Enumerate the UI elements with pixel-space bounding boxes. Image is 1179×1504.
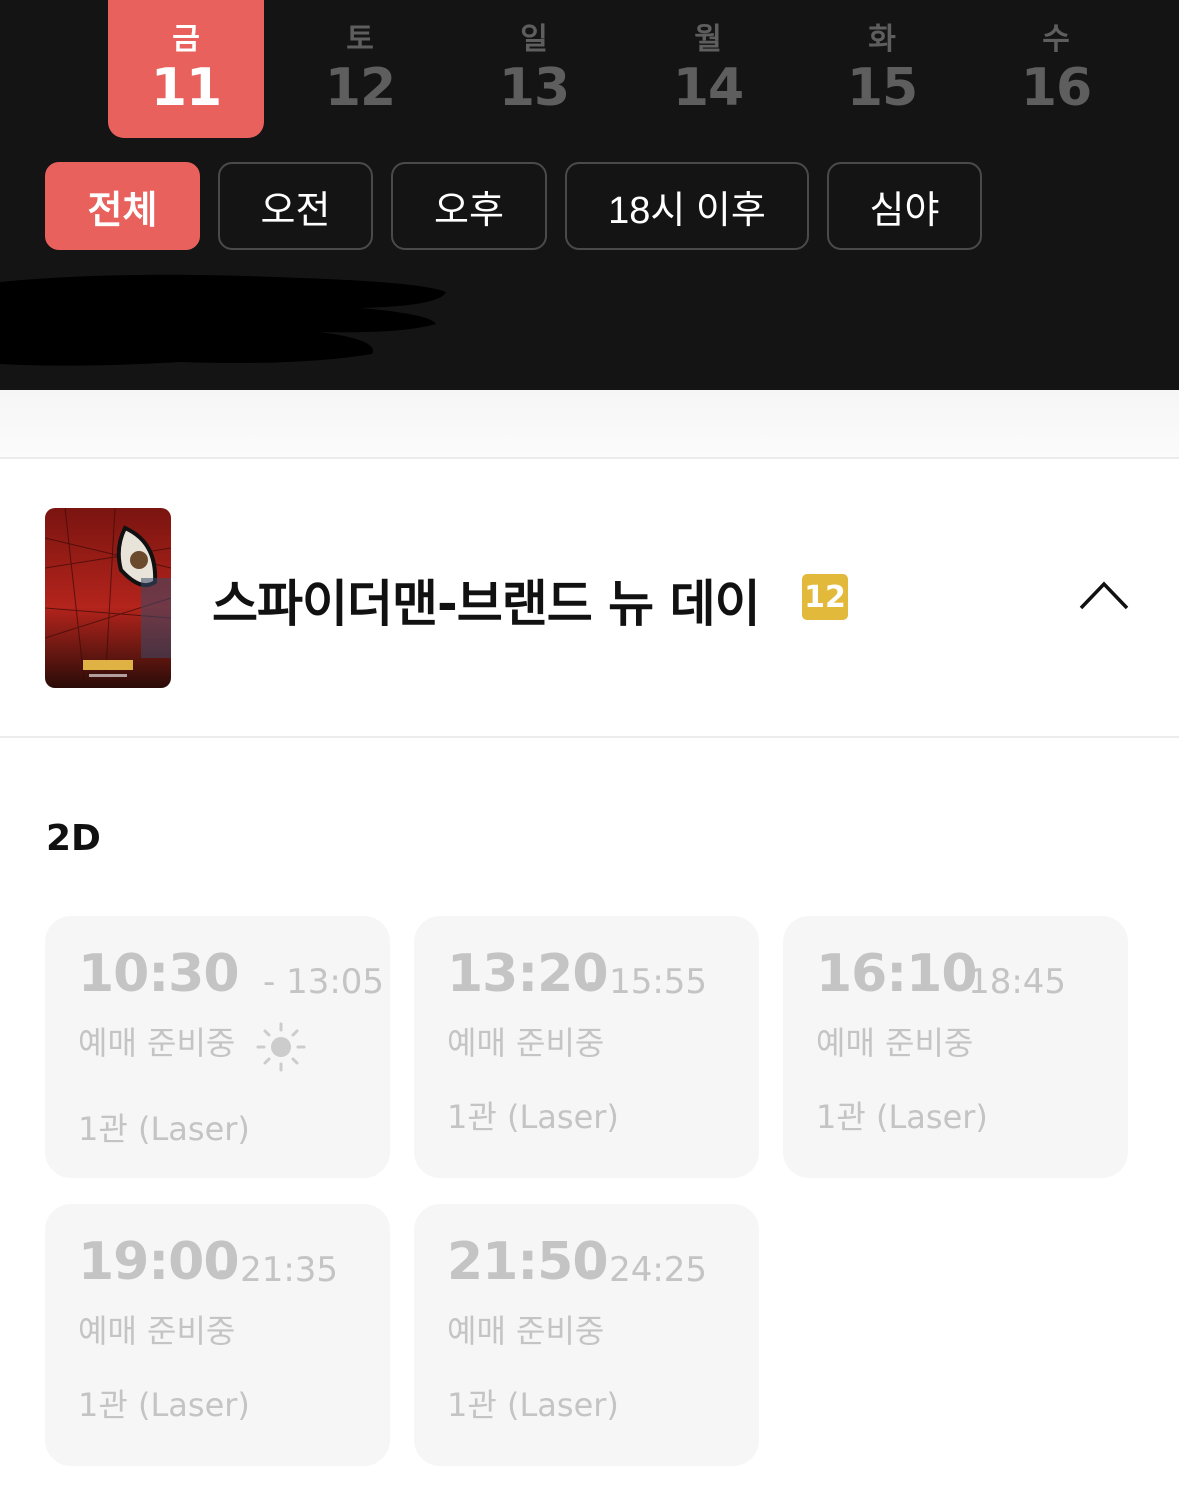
filter-morning-button[interactable]: 오전 bbox=[218, 162, 373, 250]
screen-name: 1관 (Laser) bbox=[447, 1098, 619, 1136]
sun-icon bbox=[256, 1022, 306, 1072]
date-number: 12 bbox=[324, 58, 396, 118]
showtime-end: - 13:05 bbox=[263, 962, 385, 1002]
booking-status: 예매 준비중 bbox=[447, 1024, 605, 1062]
showtime-card[interactable]: 13:20 - 15:55 예매 준비중 1관 (Laser) bbox=[414, 916, 759, 1178]
date-item-5[interactable]: 수 16 bbox=[978, 0, 1134, 138]
movie-poster bbox=[45, 508, 171, 688]
date-weekday: 수 bbox=[1042, 22, 1070, 57]
filter-all-button[interactable]: 전체 bbox=[45, 162, 200, 250]
date-weekday: 일 bbox=[520, 22, 548, 57]
date-number: 11 bbox=[150, 58, 222, 118]
movie-title: 스파이더맨-브랜드 뉴 데이 bbox=[212, 575, 761, 633]
showtime-end: - 24:25 bbox=[586, 1250, 708, 1290]
filter-late-night-button[interactable]: 심야 bbox=[827, 162, 982, 250]
date-weekday: 화 bbox=[868, 22, 896, 57]
date-item-2[interactable]: 일 13 bbox=[456, 0, 612, 138]
chevron-up-icon[interactable] bbox=[1078, 578, 1130, 612]
showtime-card[interactable]: 19:00 - 21:35 예매 준비중 1관 (Laser) bbox=[45, 1204, 390, 1466]
filter-afternoon-button[interactable]: 오후 bbox=[391, 162, 547, 250]
date-item-3[interactable]: 월 14 bbox=[630, 0, 786, 138]
booking-status: 예매 준비중 bbox=[447, 1312, 605, 1350]
showtime-card[interactable]: 21:50 - 24:25 예매 준비중 1관 (Laser) bbox=[414, 1204, 759, 1466]
date-item-4[interactable]: 화 15 bbox=[804, 0, 960, 138]
date-number: 14 bbox=[672, 58, 744, 118]
screen-name: 1관 (Laser) bbox=[78, 1110, 250, 1148]
date-item-1[interactable]: 토 12 bbox=[282, 0, 438, 138]
age-rating-badge: 12 bbox=[802, 574, 848, 620]
redaction-scribble bbox=[0, 274, 446, 366]
date-weekday: 토 bbox=[346, 22, 374, 57]
booking-status: 예매 준비중 bbox=[78, 1024, 236, 1062]
divider bbox=[0, 736, 1179, 738]
screen-name: 1관 (Laser) bbox=[816, 1098, 988, 1136]
booking-status: 예매 준비중 bbox=[78, 1312, 236, 1350]
showtime-start: 21:50 bbox=[447, 1232, 609, 1292]
showtime-end: - 18:45 bbox=[945, 962, 1067, 1002]
schedule-header: 금 11 토 12 일 13 월 14 화 15 수 16 전체 오전 오후 1… bbox=[0, 0, 1179, 390]
showtime-start: 13:20 bbox=[447, 944, 609, 1004]
format-label: 2D bbox=[46, 818, 101, 859]
showtime-end: - 15:55 bbox=[586, 962, 708, 1002]
date-number: 15 bbox=[846, 58, 918, 118]
showtime-card[interactable]: 10:30 - 13:05 예매 준비중 1관 (Laser) bbox=[45, 916, 390, 1178]
booking-status: 예매 준비중 bbox=[816, 1024, 974, 1062]
header-shadow bbox=[0, 390, 1179, 458]
date-number: 13 bbox=[498, 58, 570, 118]
date-number: 16 bbox=[1020, 58, 1092, 118]
filter-evening-button[interactable]: 18시 이후 bbox=[565, 162, 809, 250]
showtime-start: 19:00 bbox=[78, 1232, 240, 1292]
divider bbox=[0, 457, 1179, 459]
screen-name: 1관 (Laser) bbox=[447, 1386, 619, 1424]
showtime-end: - 21:35 bbox=[217, 1250, 339, 1290]
date-weekday: 월 bbox=[694, 22, 722, 57]
date-item-0[interactable]: 금 11 bbox=[108, 0, 264, 138]
date-weekday: 금 bbox=[172, 22, 200, 57]
showtime-start: 10:30 bbox=[78, 944, 240, 1004]
showtime-card[interactable]: 16:10 - 18:45 예매 준비중 1관 (Laser) bbox=[783, 916, 1128, 1178]
screen-name: 1관 (Laser) bbox=[78, 1386, 250, 1424]
